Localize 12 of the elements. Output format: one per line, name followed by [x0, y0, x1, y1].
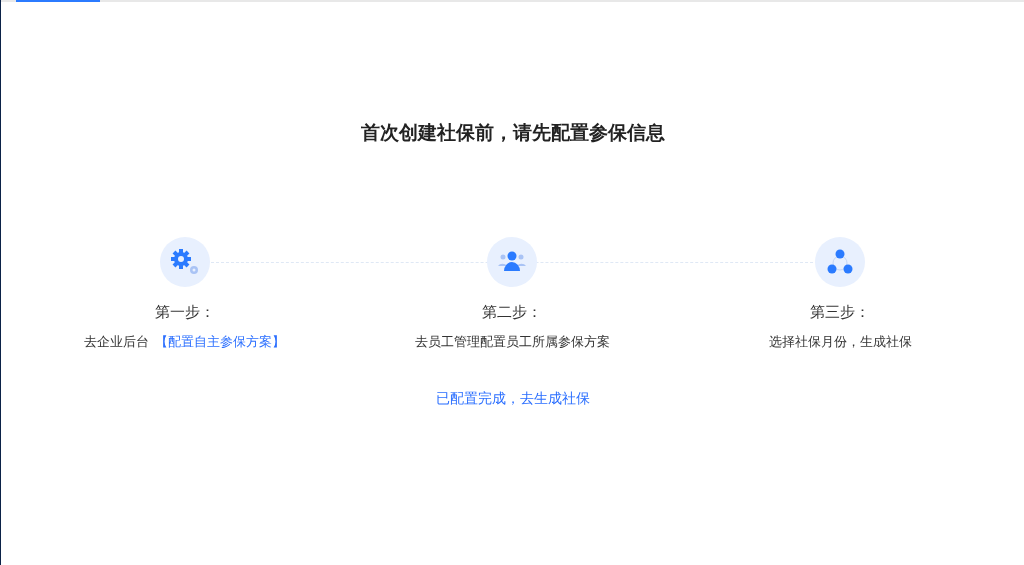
step-description: 选择社保月份，生成社保 [768, 333, 912, 351]
config-link[interactable]: 【配置自主参保方案】 [155, 332, 286, 352]
step-title: 第二步： [482, 301, 543, 322]
gear-icon [169, 247, 200, 276]
step-description: 去企业后台 [84, 333, 150, 351]
page-title: 首次创建社保前，请先配置参保信息 [360, 121, 665, 145]
nodes-icon [826, 248, 855, 275]
generate-link[interactable]: 已配置完成，去生成社保 [435, 387, 590, 409]
step-title: 第一步： [154, 301, 215, 322]
people-icon [498, 250, 527, 273]
step-description: 去员工管理配置员工所属参保方案 [415, 333, 610, 351]
step-title: 第三步： [810, 301, 871, 322]
